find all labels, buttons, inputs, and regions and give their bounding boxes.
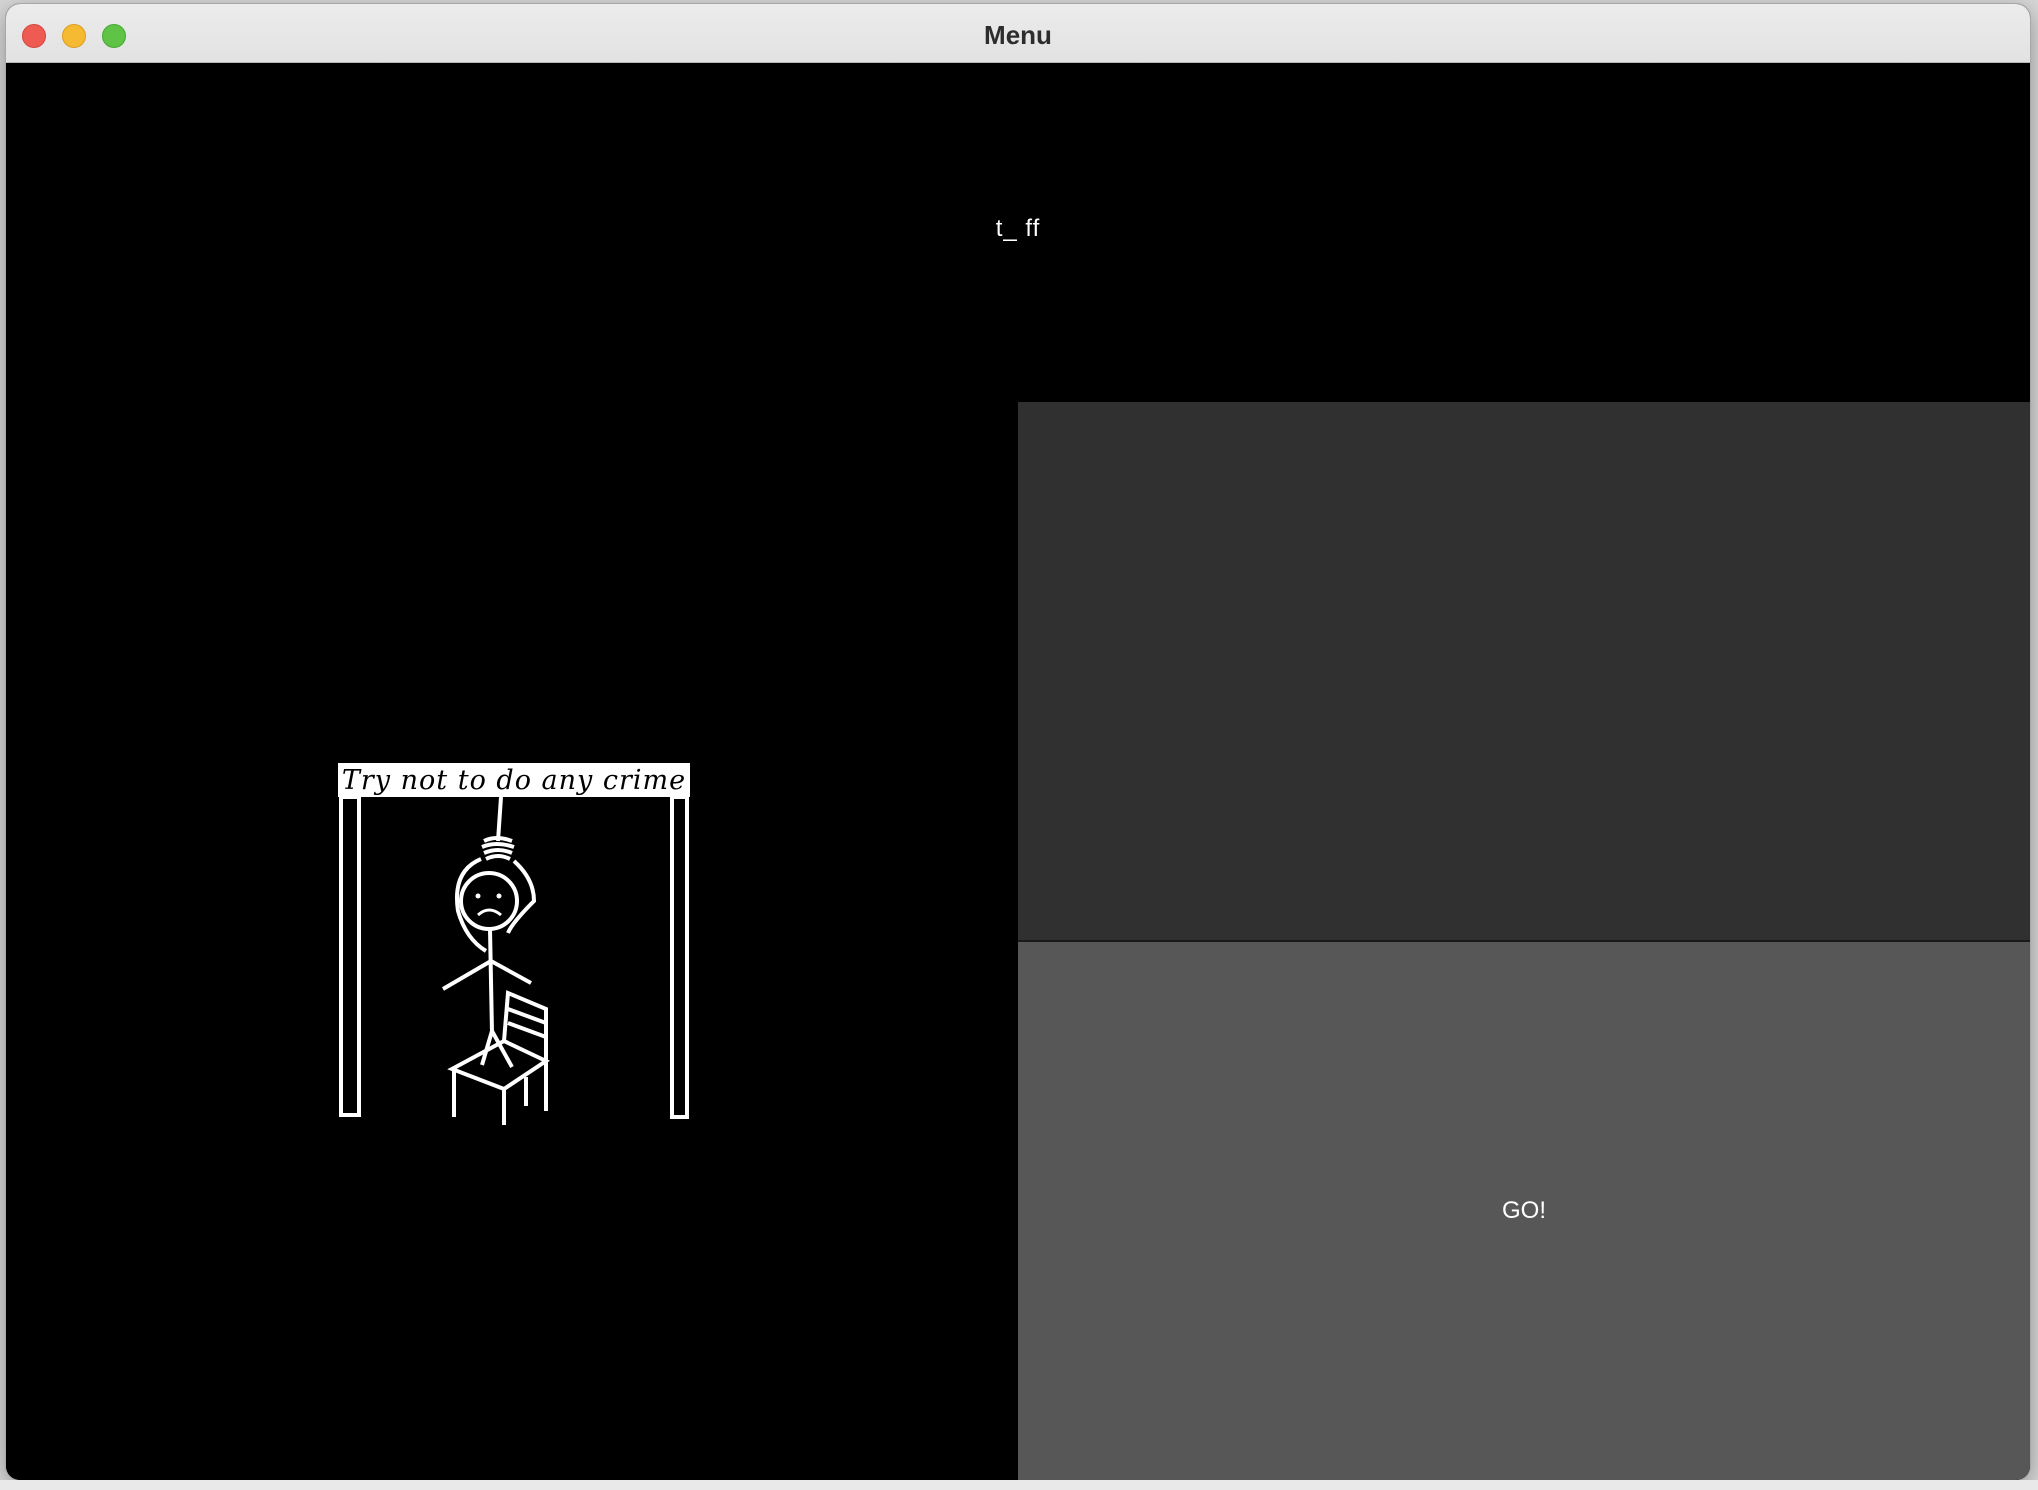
word-display: t_ ff [995,215,1041,242]
input-panel[interactable] [1018,402,2030,942]
head [459,871,519,931]
hangman-illustration: Try not to do any crime [336,761,698,1125]
frown [476,908,502,917]
go-button[interactable]: GO! [1018,942,2030,1480]
chair-back-slats [507,1007,547,1039]
body [488,928,494,1034]
rope [496,796,503,842]
gallows-right-post [670,795,689,1119]
hangman-drawing [338,763,690,1125]
right-eye [496,893,502,899]
minimize-icon[interactable] [62,24,86,48]
game-canvas: t_ ff Try not to do any crime GO! [6,63,2030,1480]
arms [441,959,532,991]
hangman-sign-text: Try not to do any crime [341,765,687,796]
gallows-left-post [339,795,361,1117]
close-icon[interactable] [22,24,46,48]
chair-seat [447,1038,551,1092]
app-window: Menu t_ ff Try not to do any crime GO! [6,4,2030,1480]
left-eye [475,893,481,899]
background-window-strip [0,1480,2038,1490]
window-title: Menu [984,20,1052,50]
noose [481,836,515,861]
maximize-icon[interactable] [102,24,126,48]
title-bar[interactable]: Menu [6,4,2030,63]
